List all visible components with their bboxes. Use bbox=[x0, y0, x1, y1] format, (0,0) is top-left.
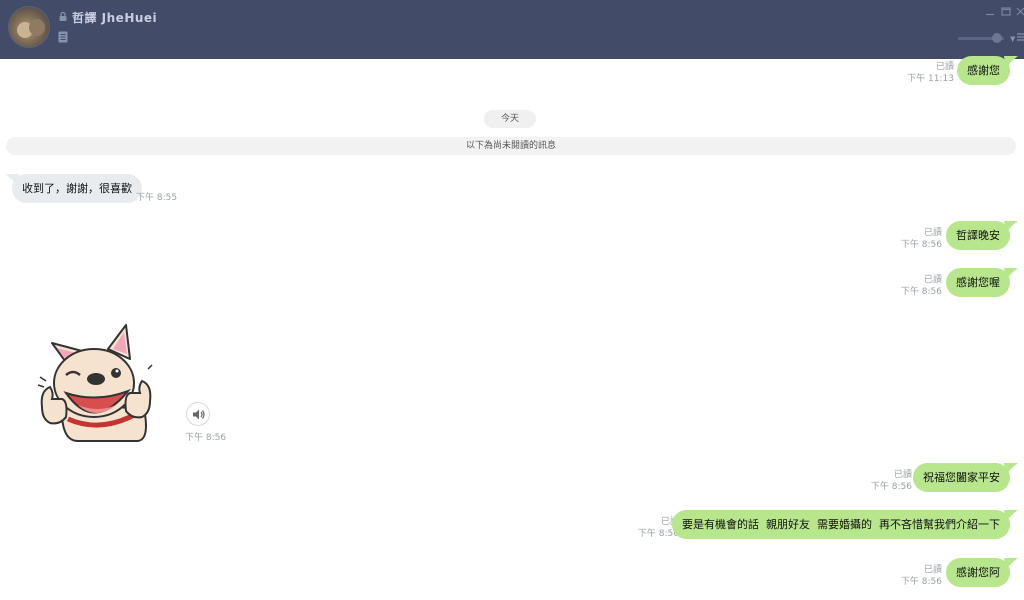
message-text: 感謝您 bbox=[967, 64, 1000, 77]
message-time: 下午 8:56 bbox=[185, 433, 227, 443]
close-icon[interactable] bbox=[1016, 7, 1024, 16]
chat-area[interactable]: 已讀 下午 11:13 感謝您 今天 以下為尚未閱讀的訊息 收到了，謝謝，很喜歡… bbox=[0, 56, 1024, 600]
bubble-tail bbox=[1004, 463, 1018, 475]
unread-divider: 以下為尚未閱讀的訊息 bbox=[6, 137, 1016, 155]
message-text: 要是有機會的話 親朋好友 需要婚攝的 再不吝惜幫我們介紹一下 bbox=[682, 518, 1000, 531]
message-text: 收到了，謝謝，很喜歡 bbox=[22, 182, 132, 195]
bubble-tail bbox=[5, 174, 19, 186]
incoming-message[interactable]: 收到了，謝謝，很喜歡 bbox=[5, 174, 142, 203]
contact-name[interactable]: 哲譯 JheHuei bbox=[72, 9, 157, 26]
message-text: 祝福您闔家平安 bbox=[923, 471, 1000, 484]
outgoing-message[interactable]: 感謝您 bbox=[957, 56, 1018, 85]
volume-slider-knob[interactable] bbox=[992, 33, 1002, 43]
message-text: 感謝您阿 bbox=[956, 566, 1000, 579]
bubble-tail bbox=[1004, 221, 1018, 233]
message-time: 下午 8:56 bbox=[900, 287, 942, 297]
message-time: 下午 8:56 bbox=[870, 482, 912, 492]
outgoing-message[interactable]: 祝福您闔家平安 bbox=[913, 463, 1018, 492]
bubble-tail bbox=[1004, 268, 1018, 280]
contact-avatar[interactable] bbox=[8, 6, 50, 48]
outgoing-message[interactable]: 哲譯晚安 bbox=[946, 221, 1018, 250]
message-text: 感謝您喔 bbox=[956, 276, 1000, 289]
minimize-icon[interactable] bbox=[985, 7, 995, 16]
notes-icon[interactable] bbox=[58, 31, 68, 43]
message-text: 哲譯晚安 bbox=[956, 229, 1000, 242]
french-bulldog-sticker[interactable] bbox=[38, 321, 154, 443]
bubble-tail bbox=[1004, 510, 1018, 522]
message-time: 下午 8:56 bbox=[900, 577, 942, 587]
outgoing-message[interactable]: 感謝您阿 bbox=[946, 558, 1018, 587]
volume-dropdown-icon[interactable]: ▼ bbox=[1010, 35, 1015, 43]
menu-icon[interactable] bbox=[1017, 33, 1024, 41]
bubble-tail bbox=[1004, 56, 1018, 68]
maximize-icon[interactable] bbox=[1001, 7, 1011, 16]
message-time: 下午 8:55 bbox=[136, 193, 178, 203]
date-divider: 今天 bbox=[484, 110, 536, 128]
lock-icon bbox=[59, 12, 67, 21]
outgoing-message[interactable]: 感謝您喔 bbox=[946, 268, 1018, 297]
message-time: 下午 8:56 bbox=[900, 240, 942, 250]
chat-header: 哲譯 JheHuei ▼ bbox=[0, 0, 1024, 59]
message-time: 下午 11:13 bbox=[907, 74, 954, 84]
sticker-sound-button[interactable] bbox=[186, 402, 210, 426]
outgoing-message[interactable]: 要是有機會的話 親朋好友 需要婚攝的 再不吝惜幫我們介紹一下 bbox=[672, 510, 1018, 539]
speaker-icon bbox=[193, 409, 205, 420]
bubble-tail bbox=[1004, 558, 1018, 570]
